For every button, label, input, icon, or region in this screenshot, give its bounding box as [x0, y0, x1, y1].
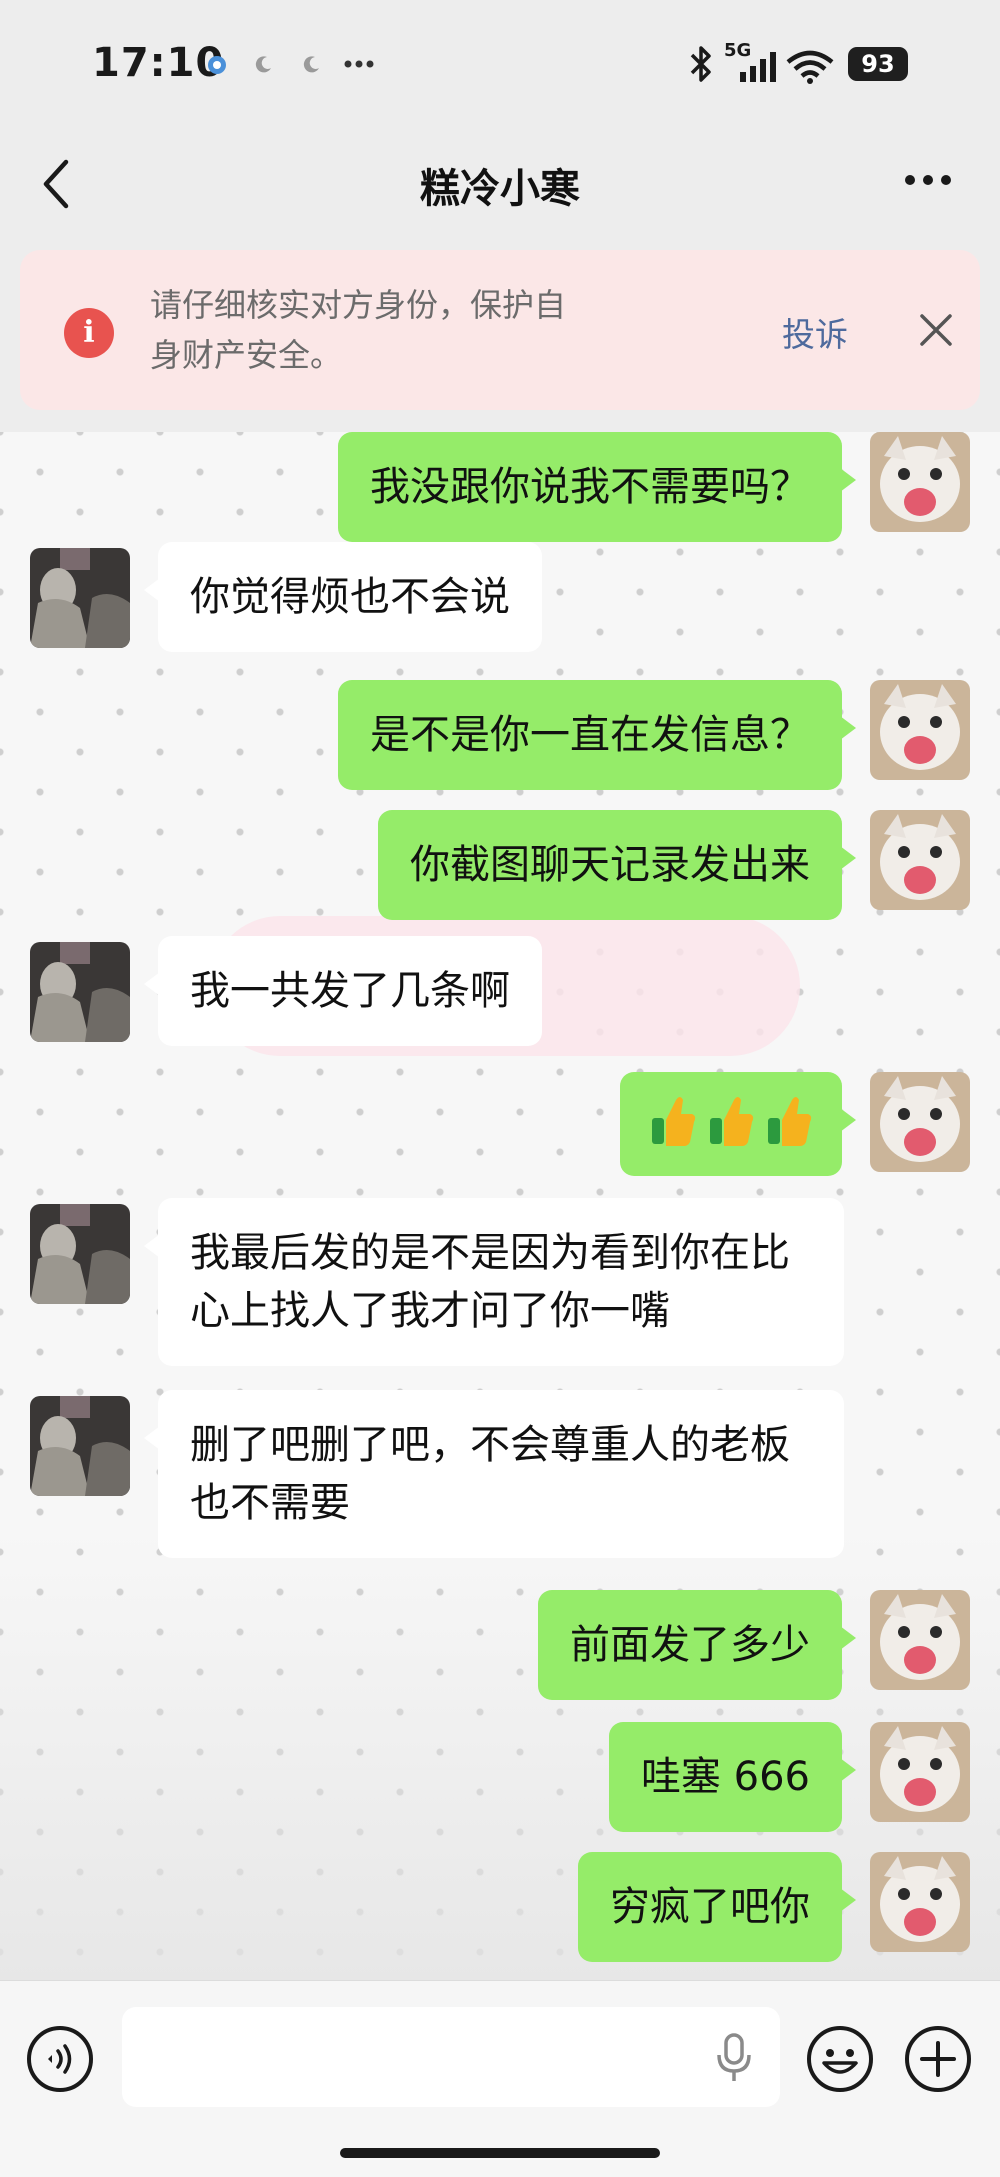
message-bubble-sent[interactable]	[620, 1072, 856, 1176]
message-text: 你觉得烦也不会说	[190, 574, 510, 620]
avatar[interactable]	[870, 1852, 970, 1952]
wifi-icon	[786, 50, 834, 84]
message-bubble-sent[interactable]: 前面发了多少	[538, 1590, 856, 1700]
avatar[interactable]	[870, 1722, 970, 1822]
thumbs-up-icon	[710, 1097, 754, 1146]
person-avatar-icon	[30, 548, 130, 648]
message-text: 我最后发的是不是因为看到你在比心上找人了我才问了你一嘴	[190, 1230, 790, 1334]
home-indicator[interactable]	[340, 2148, 660, 2158]
chat-header: 糕冷小寒	[0, 130, 1000, 238]
more-dots-icon	[344, 60, 374, 68]
cat-avatar-icon	[870, 432, 970, 532]
plus-icon[interactable]	[904, 2025, 972, 2093]
avatar[interactable]	[30, 1204, 130, 1304]
more-horizontal-icon[interactable]	[904, 174, 952, 186]
battery-icon: 93	[848, 47, 908, 81]
cat-avatar-icon	[870, 1722, 970, 1822]
notification-icon	[208, 56, 226, 74]
avatar[interactable]	[870, 432, 970, 532]
message-bubble-received[interactable]: 我最后发的是不是因为看到你在比心上找人了我才问了你一嘴	[144, 1198, 844, 1366]
status-bar: 17:10 5G 93	[0, 0, 1000, 130]
message-bubble-sent[interactable]: 哇塞 666	[608, 1722, 857, 1832]
message-bubble-received[interactable]: 你觉得烦也不会说	[144, 542, 542, 652]
message-bubble-sent[interactable]: 我没跟你说我不需要吗？	[338, 432, 856, 542]
message-text: 是不是你一直在发信息？	[370, 712, 810, 758]
avatar[interactable]	[30, 1396, 130, 1496]
avatar[interactable]	[870, 680, 970, 780]
person-avatar-icon	[30, 1396, 130, 1496]
person-avatar-icon	[30, 1204, 130, 1304]
message-text: 哇塞 666	[640, 1754, 810, 1800]
cat-avatar-icon	[870, 680, 970, 780]
moon-icon	[255, 56, 271, 73]
message-text: 我一共发了几条啊	[190, 968, 510, 1014]
message-text: 前面发了多少	[570, 1622, 810, 1668]
cat-avatar-icon	[870, 1072, 970, 1172]
cat-avatar-icon	[870, 1852, 970, 1952]
message-text: 我没跟你说我不需要吗？	[370, 464, 810, 510]
message-list[interactable]: 我没跟你说我不需要吗？ 你觉得烦也不会说 是不是你一直在发信息？ 你截图聊天记录…	[0, 432, 1000, 1980]
input-bar	[0, 1980, 1000, 2177]
bluetooth-icon	[690, 46, 711, 82]
voice-icon[interactable]	[26, 2025, 94, 2093]
status-time: 17:10	[92, 40, 225, 86]
avatar[interactable]	[870, 1072, 970, 1172]
avatar[interactable]	[30, 942, 130, 1042]
microphone-icon[interactable]	[714, 2033, 754, 2083]
thumbs-up-icon	[652, 1097, 696, 1146]
warning-icon: i	[64, 308, 114, 358]
message-bubble-sent[interactable]: 你截图聊天记录发出来	[378, 810, 856, 920]
banner-text: 请仔细核实对方身份，保护自身财产安全。	[150, 286, 567, 374]
moon-icon	[303, 56, 319, 73]
chat-background-fade	[0, 1532, 1000, 1980]
thumbs-up-icon	[768, 1097, 812, 1146]
avatar[interactable]	[870, 1590, 970, 1690]
message-text: 删了吧删了吧，不会尊重人的老板也不需要	[190, 1422, 790, 1526]
message-bubble-received[interactable]: 删了吧删了吧，不会尊重人的老板也不需要	[144, 1390, 844, 1558]
message-text: 你截图聊天记录发出来	[410, 842, 810, 888]
cat-avatar-icon	[870, 1590, 970, 1690]
safety-banner: i 请仔细核实对方身份，保护自身财产安全。 投诉	[20, 250, 980, 410]
person-avatar-icon	[30, 942, 130, 1042]
avatar[interactable]	[30, 548, 130, 648]
close-icon[interactable]	[918, 312, 954, 348]
avatar[interactable]	[870, 810, 970, 910]
signal-icon	[740, 52, 776, 82]
message-bubble-received[interactable]: 我一共发了几条啊	[144, 936, 542, 1046]
cat-avatar-icon	[870, 810, 970, 910]
emoji-icon[interactable]	[806, 2025, 874, 2093]
message-bubble-sent[interactable]: 是不是你一直在发信息？	[338, 680, 856, 790]
message-input[interactable]	[122, 2007, 780, 2107]
report-link[interactable]: 投诉	[782, 308, 848, 356]
message-bubble-sent[interactable]: 穷疯了吧你	[578, 1852, 856, 1962]
chat-title: 糕冷小寒	[420, 166, 580, 212]
message-text: 穷疯了吧你	[610, 1884, 810, 1930]
